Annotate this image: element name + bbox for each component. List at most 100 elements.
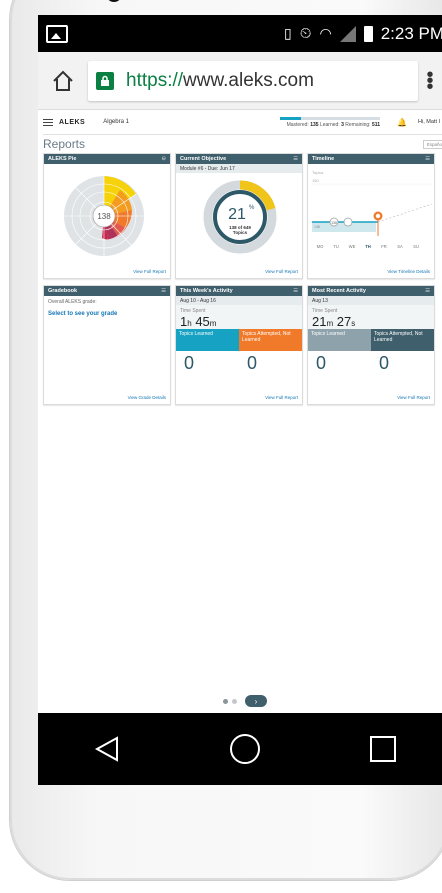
status-bar: ▯ ⏲ ◠ 2:23 PM: [38, 15, 442, 52]
topics-learned-box: Topics Learned: [176, 329, 239, 351]
topics-attempted-box: Topics Attempted, Not Learned: [371, 329, 434, 351]
card-title: Current Objective: [180, 156, 227, 162]
recent-apps-icon[interactable]: [368, 734, 398, 764]
course-name[interactable]: Algebra 1: [103, 119, 129, 125]
browser-bar: https://www.aleks.com • • •: [38, 52, 442, 110]
topics-attempted-count: 0: [379, 353, 390, 373]
grade-label: Overall ALEKS grade:: [48, 299, 97, 305]
timeline-day-label: TU: [333, 244, 339, 249]
topics-attempted-box: Topics Attempted, Not Learned: [239, 329, 302, 351]
timeline-chart[interactable]: Topics 150 138 138 MO TU WE TH FR SA SU: [308, 164, 436, 264]
recent-date: Aug 13: [308, 296, 434, 305]
menu-icon[interactable]: ☰: [293, 288, 298, 294]
lock-icon: [96, 71, 114, 90]
aleks-pie-chart[interactable]: 138: [44, 164, 172, 264]
menu-icon[interactable]: ☰: [425, 156, 430, 162]
bell-icon[interactable]: 🔔: [392, 118, 412, 127]
remaining-label: Remaining:: [345, 121, 371, 128]
overflow-menu-icon[interactable]: • • •: [418, 65, 442, 97]
url-field[interactable]: https://www.aleks.com: [88, 60, 418, 101]
menu-icon[interactable]: ☰: [425, 288, 430, 294]
expand-icon[interactable]: ⊖: [161, 156, 166, 162]
learned-count: 3: [341, 121, 344, 128]
card-title: Timeline: [312, 156, 335, 162]
course-progress[interactable]: Mastered: 135 Learned: 3 Remaining: 511: [280, 116, 381, 128]
progress-stats: Mastered: 135 Learned: 3 Remaining: 511: [287, 122, 380, 128]
mastered-label: Mastered:: [286, 121, 309, 128]
signal-icon: [339, 25, 356, 42]
screen: ▯ ⏲ ◠ 2:23 PM https://www.aleks.com • • •: [38, 15, 442, 785]
timeline-day-label: FR: [381, 244, 387, 249]
card-title: ALEKS Pie: [48, 156, 77, 162]
vibrate-icon: ▯: [284, 25, 292, 41]
timeline-day-label: MO: [317, 244, 324, 249]
topics-learned-count: 0: [184, 353, 195, 373]
back-icon[interactable]: [92, 734, 122, 764]
language-button[interactable]: Español: [422, 139, 442, 149]
timeline-day-label: TH: [365, 244, 371, 249]
url-host: www.aleks.com: [183, 69, 314, 91]
image-notification-icon: [46, 24, 68, 43]
timeline-day-label: SA: [397, 244, 403, 249]
card-title: Most Recent Activity: [312, 288, 366, 294]
gradebook-card[interactable]: Gradebook ☰ Overall ALEKS grade: Select t…: [43, 285, 171, 405]
timeline-marker[interactable]: 138: [329, 217, 339, 227]
camera-icon: [106, 0, 122, 2]
time-spent-value: 1h 45m: [180, 314, 217, 329]
timeline-y-top: 150: [312, 178, 319, 183]
page-dot[interactable]: [232, 698, 237, 704]
view-full-report-link[interactable]: View Full Report: [133, 269, 166, 274]
card-header: Most Recent Activity ☰: [308, 286, 434, 296]
timeline-y-mid: 138: [314, 225, 320, 229]
select-grade-link[interactable]: Select to see your grade: [44, 308, 170, 320]
home-icon[interactable]: [48, 66, 78, 96]
timeline-day-label: WE: [349, 244, 356, 249]
card-header: ALEKS Pie ⊖: [44, 154, 170, 164]
svg-text:138: 138: [331, 221, 337, 225]
week-activity-card[interactable]: This Week's Activity ☰ Aug 10 - Aug 16 Ti…: [175, 285, 303, 405]
card-header: Gradebook ☰: [44, 286, 170, 296]
home-button-icon[interactable]: [229, 733, 261, 765]
battery-icon: [363, 25, 373, 42]
aleks-logo: ALEKS: [59, 118, 86, 126]
page-title: Reports: [43, 137, 86, 151]
timeline-day-label: SU: [413, 244, 419, 249]
percent-sign: %: [249, 205, 255, 211]
pie-center-count: 138: [97, 212, 111, 221]
current-objective-card[interactable]: Current Objective ☰ Module #6 - Due: Jun …: [175, 153, 303, 279]
android-nav-bar: [38, 713, 442, 785]
timeline-marker[interactable]: [343, 217, 353, 227]
progress-fill: [280, 116, 302, 120]
user-menu[interactable]: Hi, Matt I: [418, 119, 440, 125]
card-title: This Week's Activity: [180, 288, 233, 294]
view-full-report-link[interactable]: View Full Report: [265, 395, 298, 400]
week-range: Aug 10 - Aug 16: [176, 296, 302, 305]
menu-icon[interactable]: ☰: [293, 156, 298, 162]
view-full-report-link[interactable]: View Full Report: [397, 395, 430, 400]
recent-activity-card[interactable]: Most Recent Activity ☰ Aug 13 Time Spent …: [307, 285, 435, 405]
aleks-pie-card[interactable]: ALEKS Pie ⊖ 138 View Full Report: [43, 153, 171, 279]
topics-attempted-count: 0: [247, 353, 258, 373]
mastered-count: 135: [310, 121, 319, 128]
hamburger-menu-icon[interactable]: [43, 117, 53, 128]
card-header: This Week's Activity ☰: [176, 286, 302, 296]
timeline-day-labels: MO TU WE TH FR SA SU: [317, 244, 419, 249]
menu-icon[interactable]: ☰: [161, 288, 166, 294]
view-grade-details-link[interactable]: View Grade Details: [128, 395, 166, 400]
app-header: ALEKS Algebra 1 Mastered: 135 Learned: 3…: [43, 110, 442, 135]
next-page-button[interactable]: ›: [245, 695, 267, 707]
remaining-count: 511: [371, 121, 381, 128]
time-spent-label: Time Spent: [312, 308, 338, 314]
timeline-card[interactable]: Timeline ☰ Topics 150 138 138 MO TU WE TH FR S…: [307, 153, 435, 279]
page-indicator: ›: [38, 695, 442, 707]
objective-unit: Topics: [233, 230, 248, 235]
learned-label: Learned:: [319, 121, 340, 128]
view-full-report-link[interactable]: View Full Report: [265, 269, 298, 274]
objective-donut: 21 % 138 of 649 Topics: [203, 180, 277, 254]
clock: 2:23 PM: [380, 23, 442, 43]
page-dot-active[interactable]: [223, 698, 228, 704]
alarm-icon: ⏲: [299, 25, 312, 42]
view-timeline-details-link[interactable]: View Timeline Details: [387, 269, 430, 274]
progress-bar: [280, 116, 381, 120]
topics-learned-box: Topics Learned: [308, 329, 371, 351]
